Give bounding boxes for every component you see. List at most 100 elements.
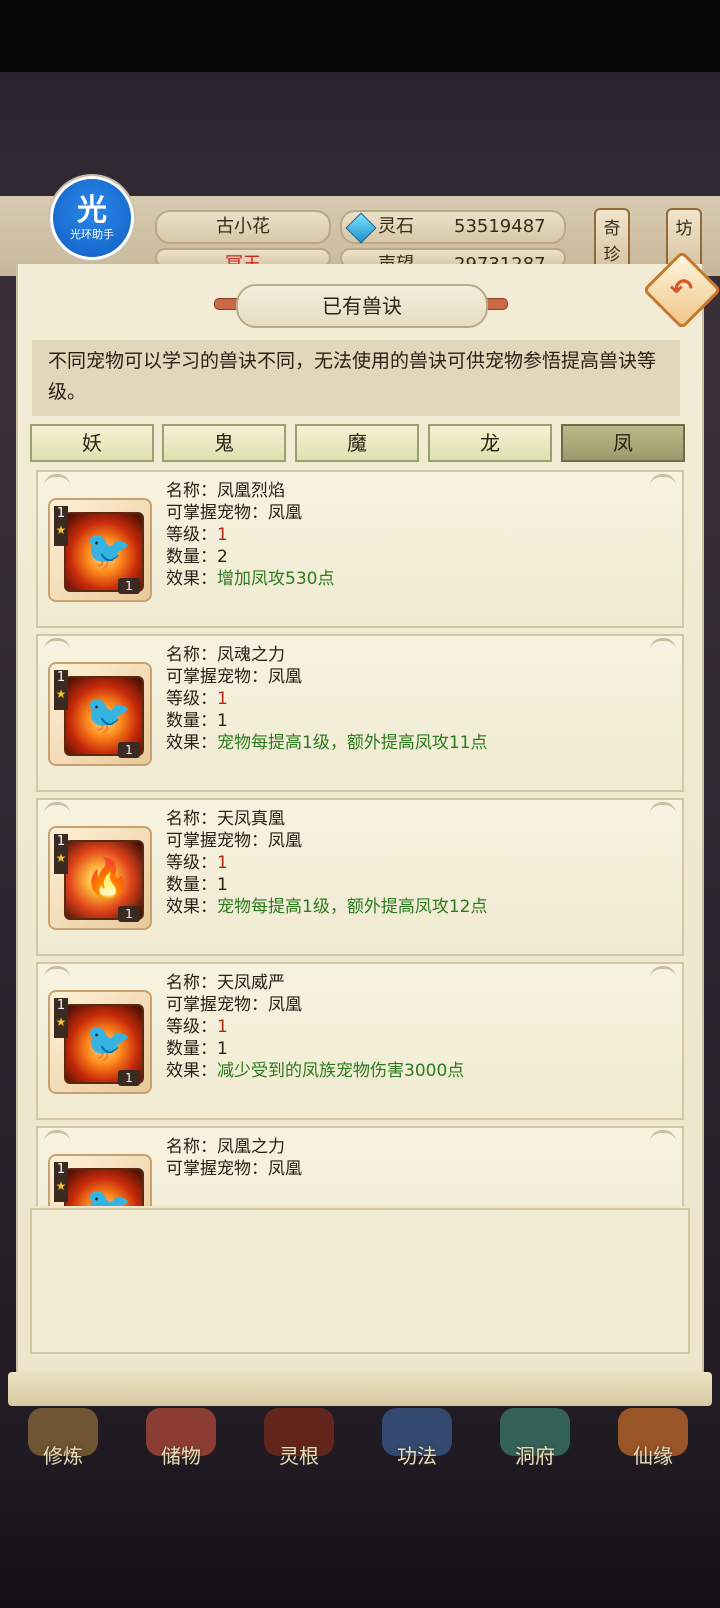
tab-gui[interactable]: 鬼 <box>162 424 286 462</box>
badge-level: 1 <box>56 506 66 521</box>
label-effect: 效果： <box>166 897 217 917</box>
skill-level: 1 <box>217 1017 228 1037</box>
status-bar <box>0 0 720 72</box>
nav-label: 修炼 <box>43 1444 83 1468</box>
skill-badge: 1 ★ <box>54 834 68 874</box>
skill-card[interactable]: 🐦 1 ★ 1 名称：凤魂之力 可掌握宠物：凤凰 等级：1 数量：1 效果：宠物每… <box>36 634 684 792</box>
skill-quantity-badge: 1 <box>118 742 140 758</box>
label-effect: 效果： <box>166 1061 217 1081</box>
skill-badge: 1 ★ <box>54 506 68 546</box>
skill-icon-frame: 🐦 1 ★ 1 <box>48 498 152 602</box>
nav-cultivate[interactable]: 修炼 <box>8 1408 118 1478</box>
skill-name: 凤凰之力 <box>217 1137 285 1157</box>
skill-effect: 减少受到的凤族宠物伤害3000点 <box>217 1061 465 1081</box>
skill-effect: 宠物每提高1级，额外提高凤攻12点 <box>217 897 488 917</box>
skill-quantity-badge: 1 <box>118 906 140 922</box>
skill-card[interactable]: 🐦 1 ★ 1 名称：凤凰烈焰 可掌握宠物：凤凰 等级：1 数量：2 效果：增加凤… <box>36 470 684 628</box>
gem-icon <box>345 212 377 244</box>
skill-icon-frame: 🔥 1 ★ 1 <box>48 826 152 930</box>
assistant-logo: 光 <box>77 193 107 228</box>
label-name: 名称： <box>166 973 217 993</box>
skill-name: 凤魂之力 <box>217 645 285 665</box>
star-icon: ★ <box>55 523 67 537</box>
label-effect: 效果： <box>166 569 217 589</box>
skill-name: 天凤真凰 <box>217 809 285 829</box>
skill-holder: 凤凰 <box>268 503 302 523</box>
skill-holder: 凤凰 <box>268 667 302 687</box>
skill-info: 名称：凤凰烈焰 可掌握宠物：凤凰 等级：1 数量：2 效果：增加凤攻530点 <box>166 480 334 590</box>
skill-count: 2 <box>217 547 228 567</box>
skill-icon-frame: 🐦 1 ★ 1 <box>48 990 152 1094</box>
label-level: 等级： <box>166 689 217 709</box>
skill-card[interactable]: 🐦 1 ★ 名称：凤凰之力 可掌握宠物：凤凰 <box>36 1126 684 1206</box>
label-count: 数量： <box>166 1039 217 1059</box>
tab-long[interactable]: 龙 <box>428 424 552 462</box>
nav-spirit-root[interactable]: 灵根 <box>244 1408 354 1478</box>
nav-label: 储物 <box>161 1444 201 1468</box>
skill-name: 凤凰烈焰 <box>217 481 285 501</box>
corner-ornament <box>650 1130 676 1151</box>
label-holder: 可掌握宠物： <box>166 831 268 851</box>
skill-effect: 宠物每提高1级，额外提高凤攻11点 <box>217 733 488 753</box>
spirit-stone-counter: 灵石 53519487 <box>340 210 566 244</box>
skill-badge: 1 ★ <box>54 670 68 710</box>
phoenix-icon: 🐦 <box>64 1168 144 1206</box>
label-count: 数量： <box>166 875 217 895</box>
skill-badge: 1 ★ <box>54 998 68 1038</box>
label-name: 名称： <box>166 645 217 665</box>
panel-title: 已有兽诀 <box>236 284 488 328</box>
nav-fate[interactable]: 仙缘 <box>598 1408 708 1478</box>
skill-holder: 凤凰 <box>268 1159 302 1179</box>
corner-ornament <box>650 638 676 659</box>
skill-level: 1 <box>217 689 228 709</box>
label-count: 数量： <box>166 547 217 567</box>
assistant-label: 光环助手 <box>70 228 114 241</box>
label-effect: 效果： <box>166 733 217 753</box>
nav-cave[interactable]: 洞府 <box>480 1408 590 1478</box>
corner-ornament <box>44 802 70 823</box>
skill-icon-frame: 🐦 1 ★ 1 <box>48 662 152 766</box>
skill-card[interactable]: 🐦 1 ★ 1 名称：天凤威严 可掌握宠物：凤凰 等级：1 数量：1 效果：减少受… <box>36 962 684 1120</box>
corner-ornament <box>44 966 70 987</box>
label-level: 等级： <box>166 1017 217 1037</box>
nav-label: 仙缘 <box>633 1444 673 1468</box>
skill-level: 1 <box>217 525 228 545</box>
label-count: 数量： <box>166 711 217 731</box>
star-icon: ★ <box>55 687 67 701</box>
label-holder: 可掌握宠物： <box>166 995 268 1015</box>
assistant-floating-button[interactable]: 光 光环助手 <box>50 176 134 260</box>
skill-count: 1 <box>217 1039 228 1059</box>
nav-label: 洞府 <box>515 1444 555 1468</box>
skill-level: 1 <box>217 853 228 873</box>
skill-holder: 凤凰 <box>268 995 302 1015</box>
treasure-button[interactable]: 奇珍 <box>594 208 630 272</box>
nav-skills[interactable]: 功法 <box>362 1408 472 1478</box>
nav-label: 功法 <box>397 1444 437 1468</box>
skill-info: 名称：天凤真凰 可掌握宠物：凤凰 等级：1 数量：1 效果：宠物每提高1级，额外… <box>166 808 487 918</box>
tab-feng[interactable]: 凤 <box>561 424 685 462</box>
corner-ornament <box>650 474 676 495</box>
corner-ornament <box>650 802 676 823</box>
skill-name: 天凤威严 <box>217 973 285 993</box>
badge-level: 1 <box>56 670 66 685</box>
label-name: 名称： <box>166 809 217 829</box>
corner-ornament <box>44 474 70 495</box>
tab-yao[interactable]: 妖 <box>30 424 154 462</box>
skill-count: 1 <box>217 875 228 895</box>
label-level: 等级： <box>166 853 217 873</box>
label-level: 等级： <box>166 525 217 545</box>
panel-description: 不同宠物可以学习的兽诀不同，无法使用的兽诀可供宠物参悟提高兽诀等级。 <box>32 340 680 416</box>
nav-storage[interactable]: 储物 <box>126 1408 236 1478</box>
skill-count: 1 <box>217 711 228 731</box>
skill-info: 名称：凤魂之力 可掌握宠物：凤凰 等级：1 数量：1 效果：宠物每提高1级，额外… <box>166 644 487 754</box>
skill-icon-frame: 🐦 1 ★ <box>48 1154 152 1206</box>
tab-mo[interactable]: 魔 <box>295 424 419 462</box>
label-name: 名称： <box>166 481 217 501</box>
skill-list[interactable]: 🐦 1 ★ 1 名称：凤凰烈焰 可掌握宠物：凤凰 等级：1 数量：2 效果：增加凤… <box>36 470 684 1206</box>
nav-label: 灵根 <box>279 1444 319 1468</box>
star-icon: ★ <box>55 1015 67 1029</box>
skill-effect: 增加凤攻530点 <box>217 569 335 589</box>
skill-badge: 1 ★ <box>54 1162 68 1202</box>
skill-card[interactable]: 🔥 1 ★ 1 名称：天凤真凰 可掌握宠物：凤凰 等级：1 数量：1 效果：宠物每… <box>36 798 684 956</box>
resource-value: 53519487 <box>454 216 546 237</box>
